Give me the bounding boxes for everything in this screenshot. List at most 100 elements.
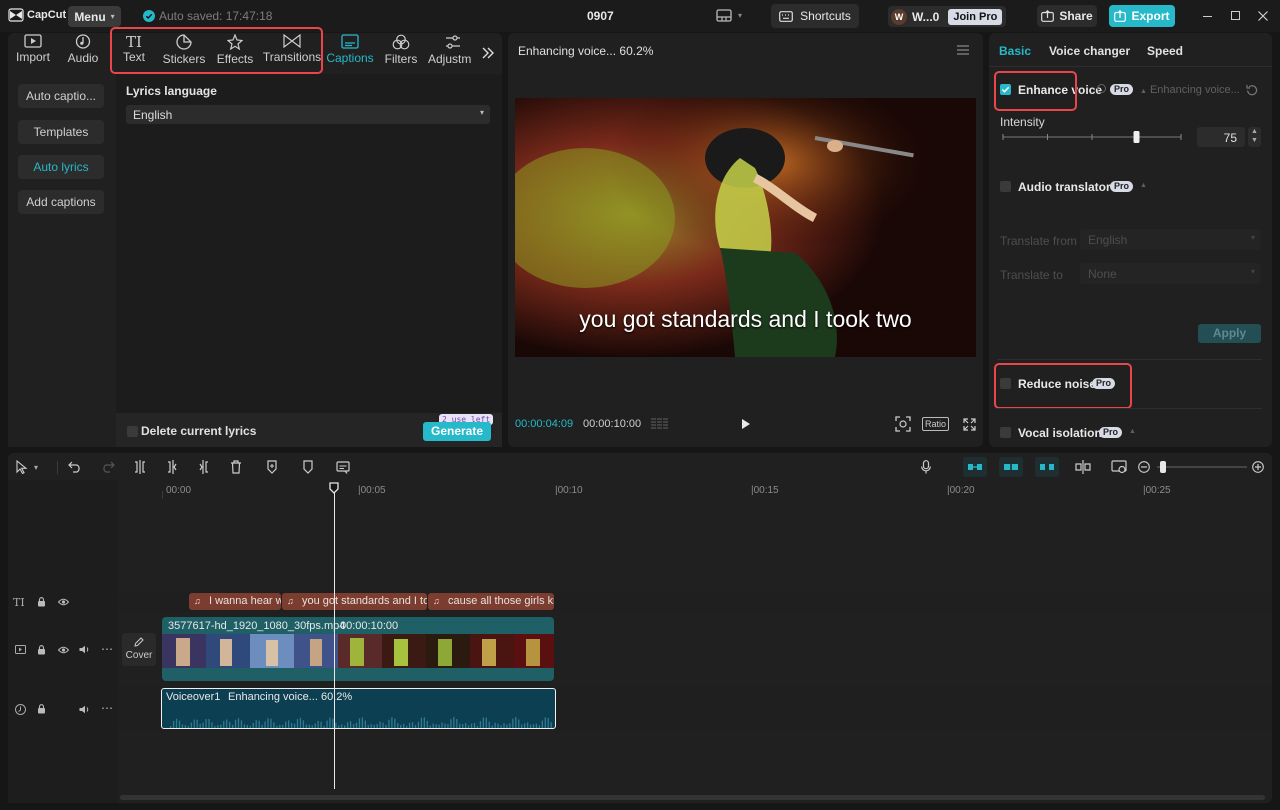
waveform-bar bbox=[400, 724, 402, 728]
export-button[interactable]: Export bbox=[1109, 5, 1175, 27]
account-pill[interactable]: W W...0 Join Pro bbox=[888, 6, 1006, 27]
current-time: 00:00:04:09 bbox=[515, 418, 574, 430]
player-menu-icon[interactable] bbox=[957, 45, 969, 55]
shortcuts-button[interactable]: Shortcuts bbox=[771, 4, 859, 28]
video-clip[interactable]: 3577617-hd_1920_1080_30fps.mp4 00:00:10:… bbox=[162, 617, 554, 681]
delete-lyrics-checkbox[interactable] bbox=[127, 426, 138, 437]
translate-to-select[interactable]: None ▾ bbox=[1080, 263, 1261, 284]
preview-axis-icon[interactable] bbox=[1111, 460, 1127, 474]
lyrics-language-select[interactable]: English ▾ bbox=[126, 105, 490, 124]
translate-from-select[interactable]: English ▾ bbox=[1080, 229, 1261, 250]
close-icon[interactable] bbox=[1258, 11, 1268, 21]
cover-button[interactable]: Cover bbox=[122, 633, 156, 666]
tab-speed[interactable]: Speed bbox=[1147, 44, 1183, 58]
lock-icon[interactable] bbox=[37, 597, 46, 607]
caption-clip[interactable]: ♫ I wanna hear wl bbox=[189, 593, 281, 610]
main-track-magnet-button[interactable] bbox=[963, 457, 987, 477]
tool-stickers[interactable]: Stickers bbox=[158, 34, 210, 70]
slider-thumb[interactable] bbox=[1133, 131, 1140, 143]
mark-icon[interactable] bbox=[266, 460, 278, 474]
align-icon[interactable] bbox=[1075, 460, 1091, 474]
zoom-out-icon[interactable] bbox=[1138, 461, 1150, 473]
zoom-in-icon[interactable] bbox=[1252, 461, 1264, 473]
split-icon[interactable] bbox=[134, 460, 146, 474]
select-tool-button[interactable]: ▾ bbox=[16, 460, 38, 474]
minimize-icon[interactable] bbox=[1203, 16, 1212, 18]
eye-icon[interactable] bbox=[58, 598, 69, 606]
undo-icon[interactable] bbox=[68, 461, 82, 473]
caption-clip[interactable]: ♫ cause all those girls kno bbox=[428, 593, 554, 610]
redo-icon[interactable] bbox=[101, 461, 115, 473]
tool-effects[interactable]: Effects bbox=[209, 34, 261, 70]
zoom-slider[interactable] bbox=[1157, 466, 1247, 468]
delete-icon[interactable] bbox=[230, 460, 242, 474]
step-up-icon[interactable]: ▲ bbox=[1248, 127, 1261, 136]
tool-filters[interactable]: Filters bbox=[375, 34, 427, 70]
linkage-button[interactable] bbox=[1035, 457, 1059, 477]
split-left-icon[interactable] bbox=[166, 460, 178, 474]
info-icon[interactable] bbox=[1097, 84, 1106, 93]
tool-captions[interactable]: Captions bbox=[324, 34, 376, 70]
menu-button[interactable]: Menu ▾ bbox=[68, 6, 121, 27]
maximize-icon[interactable] bbox=[1231, 11, 1240, 20]
side-auto-lyrics[interactable]: Auto lyrics bbox=[18, 155, 104, 179]
side-auto-captions[interactable]: Auto captio... bbox=[18, 84, 104, 108]
timeline-scrollbar[interactable] bbox=[120, 795, 1265, 800]
waveform-bar bbox=[370, 724, 372, 728]
more-icon[interactable]: ⋯ bbox=[101, 701, 113, 715]
waveform-bar bbox=[184, 725, 187, 728]
audio-translator-checkbox[interactable] bbox=[1000, 181, 1011, 192]
tab-voice-changer[interactable]: Voice changer bbox=[1049, 44, 1130, 58]
caption-clip[interactable]: ♫ you got standards and I to bbox=[282, 593, 427, 610]
intensity-stepper[interactable]: ▲ ▼ bbox=[1248, 127, 1261, 147]
enhance-voice-checkbox[interactable] bbox=[1000, 84, 1011, 95]
audio-icon bbox=[75, 34, 91, 49]
apply-button[interactable]: Apply bbox=[1198, 324, 1261, 343]
tool-adjustment[interactable]: Adjustm bbox=[428, 34, 478, 70]
generate-button[interactable]: Generate bbox=[423, 422, 491, 441]
reduce-noise-checkbox[interactable] bbox=[1000, 378, 1011, 389]
more-icon[interactable]: ⋯ bbox=[101, 642, 113, 656]
lock-icon[interactable] bbox=[37, 704, 46, 714]
caption-edit-icon[interactable] bbox=[336, 460, 350, 474]
ruler-label: |00:05 bbox=[358, 485, 386, 496]
snap-button[interactable] bbox=[999, 457, 1023, 477]
intensity-input[interactable]: 75 bbox=[1197, 127, 1245, 147]
step-down-icon[interactable]: ▼ bbox=[1248, 136, 1261, 145]
tool-import[interactable]: Import bbox=[7, 34, 59, 70]
split-right-icon[interactable] bbox=[198, 460, 210, 474]
shield-icon[interactable] bbox=[302, 460, 314, 474]
tool-transitions[interactable]: Transitions bbox=[262, 34, 322, 70]
share-button[interactable]: Share bbox=[1037, 5, 1097, 27]
waveform-bar bbox=[308, 724, 310, 728]
playhead-handle[interactable] bbox=[329, 482, 339, 494]
tool-audio[interactable]: Audio bbox=[57, 34, 109, 70]
video-clip-duration: 00:00:10:00 bbox=[340, 620, 399, 632]
project-name[interactable]: 0907 bbox=[587, 9, 614, 23]
ratio-button[interactable]: Ratio bbox=[922, 417, 950, 431]
side-add-captions[interactable]: Add captions bbox=[18, 190, 104, 214]
reset-icon[interactable] bbox=[1246, 84, 1258, 96]
tool-text[interactable]: TI Text bbox=[108, 34, 160, 70]
layout-button[interactable]: ▾ bbox=[716, 9, 742, 22]
chevron-double-right-icon[interactable] bbox=[481, 47, 495, 59]
tab-basic[interactable]: Basic bbox=[999, 44, 1031, 58]
focus-icon[interactable] bbox=[895, 416, 911, 432]
intensity-slider[interactable] bbox=[1000, 130, 1184, 144]
audio-clip[interactable]: Voiceover1 Enhancing voice... 60.2% bbox=[161, 688, 556, 729]
speaker-icon[interactable] bbox=[79, 705, 90, 714]
cursor-icon bbox=[16, 460, 28, 474]
speaker-icon[interactable] bbox=[79, 645, 90, 654]
join-pro-button[interactable]: Join Pro bbox=[948, 8, 1003, 25]
fullscreen-icon[interactable] bbox=[963, 418, 976, 431]
microphone-icon[interactable] bbox=[921, 460, 931, 474]
play-icon[interactable] bbox=[741, 418, 751, 430]
waveform-bar bbox=[361, 717, 364, 728]
vocal-isolation-checkbox[interactable] bbox=[1000, 427, 1011, 438]
eye-icon[interactable] bbox=[58, 646, 69, 654]
side-templates[interactable]: Templates bbox=[18, 120, 104, 144]
list-view-icon[interactable] bbox=[651, 418, 669, 430]
zoom-slider-thumb[interactable] bbox=[1160, 461, 1166, 473]
lock-icon[interactable] bbox=[37, 645, 46, 655]
lyric-clip-icon: ♫ bbox=[433, 596, 440, 606]
